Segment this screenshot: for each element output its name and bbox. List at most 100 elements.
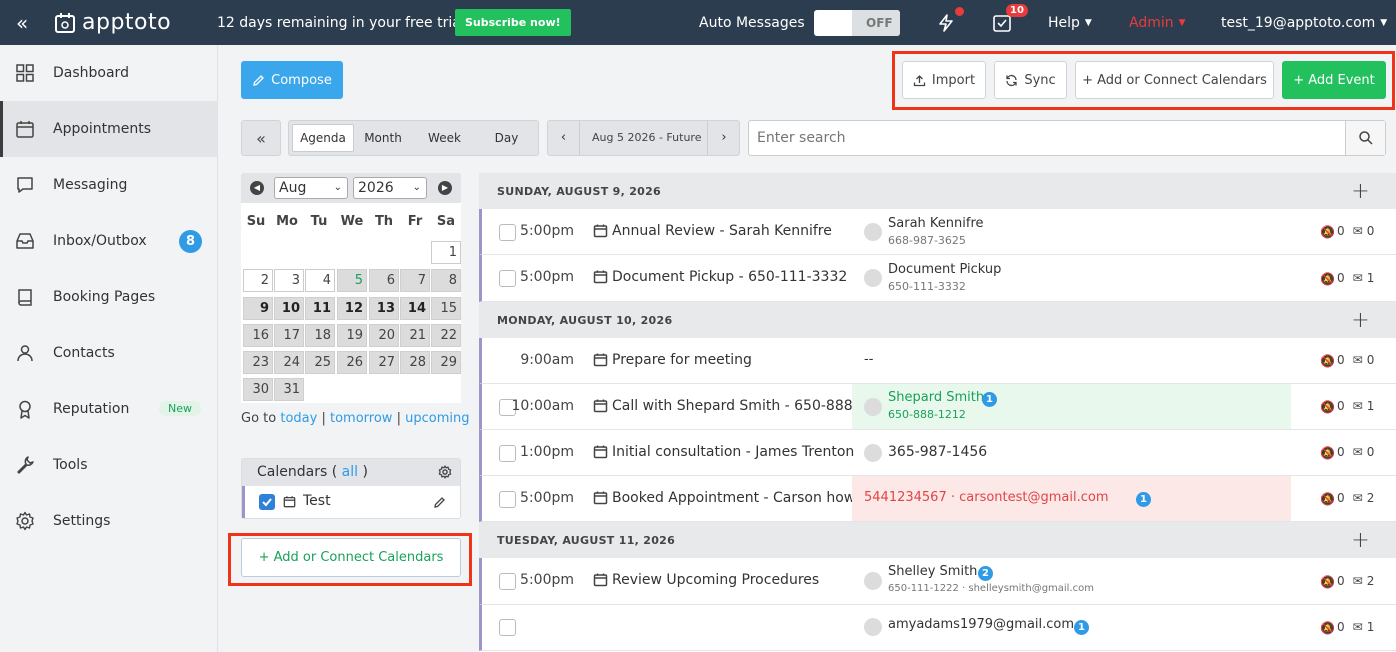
help-menu[interactable]: Help ▼	[1048, 0, 1092, 45]
collapse-calendar-button[interactable]: «	[241, 120, 281, 156]
calendar-day[interactable]: 2	[243, 269, 273, 292]
auto-messages-toggle[interactable]: OFF	[814, 0, 900, 45]
calendar-day[interactable]: 28	[400, 351, 430, 374]
compose-button[interactable]: Compose	[241, 61, 343, 99]
calendar-day[interactable]: 8	[431, 269, 461, 292]
event-checkbox[interactable]	[499, 619, 516, 636]
tab-week[interactable]: Week	[417, 124, 472, 152]
calendar-day[interactable]: 21	[400, 324, 430, 347]
add-event-day-button[interactable]: +	[1351, 308, 1370, 333]
calendar-day[interactable]: 12	[337, 297, 367, 320]
search-input[interactable]	[757, 127, 1337, 149]
pencil-icon[interactable]	[433, 496, 446, 509]
sidebar-item-booking-pages[interactable]: Booking Pages	[0, 269, 217, 325]
sync-button[interactable]: Sync	[994, 61, 1067, 99]
calendar-day[interactable]: 27	[369, 351, 399, 374]
calendar-day[interactable]: 31	[274, 378, 304, 401]
calendar-day[interactable]: 22	[431, 324, 461, 347]
event-title[interactable]: Initial consultation - James Trenton	[612, 444, 854, 460]
tab-agenda[interactable]: Agenda	[292, 124, 354, 152]
all-calendars-link[interactable]: all	[342, 464, 358, 480]
next-month-button[interactable]: ▶	[438, 181, 452, 195]
user-menu[interactable]: test_19@apptoto.com ▼	[1221, 0, 1387, 45]
calendar-day[interactable]: 29	[431, 351, 461, 374]
calendar-day[interactable]: 17	[274, 324, 304, 347]
prev-month-button[interactable]: ◀	[250, 181, 264, 195]
collapse-sidebar-button[interactable]: «	[16, 0, 28, 45]
event-contact[interactable]: 5441234567 · carsontest@gmail.com 1	[852, 476, 1291, 521]
event-row[interactable]: 5:00pm Annual Review - Sarah Kennifre Sa…	[479, 209, 1396, 255]
event-title[interactable]: Prepare for meeting	[612, 352, 752, 368]
prev-range-button[interactable]: ‹	[548, 121, 580, 155]
tomorrow-link[interactable]: tomorrow	[330, 411, 392, 426]
add-event-button[interactable]: + Add Event	[1282, 61, 1386, 99]
add-connect-calendars-button[interactable]: + Add or Connect Calendars	[1075, 61, 1274, 99]
month-select[interactable]: Aug ⌄	[274, 177, 348, 199]
sidebar-item-settings[interactable]: Settings	[0, 493, 217, 549]
subscribe-button[interactable]: Subscribe now!	[455, 9, 571, 36]
tab-day[interactable]: Day	[479, 124, 534, 152]
event-row[interactable]: 5:00pm Booked Appointment - Carson how..…	[479, 476, 1396, 522]
calendar-day[interactable]: 3	[274, 269, 304, 292]
sidebar-item-tools[interactable]: Tools	[0, 437, 217, 493]
gear-icon[interactable]	[438, 465, 452, 479]
admin-menu[interactable]: Admin ▼	[1129, 0, 1186, 45]
event-row[interactable]: 5:00pm Document Pickup - 650-111-3332 Do…	[479, 255, 1396, 302]
calendar-day[interactable]: 13	[369, 297, 399, 320]
calendar-day[interactable]: 10	[274, 297, 304, 320]
app-logo[interactable]: apptoto	[54, 0, 171, 45]
today-link[interactable]: today	[280, 411, 317, 426]
calendar-day[interactable]: 20	[369, 324, 399, 347]
calendar-day[interactable]: 18	[305, 324, 335, 347]
event-row[interactable]: 1:00pm Initial consultation - James Tren…	[479, 430, 1396, 476]
calendar-day[interactable]: 1	[431, 241, 461, 264]
event-stats: 🔕 0 ✉ 2	[1320, 491, 1374, 506]
event-row[interactable]: amyadams1979@gmail.com 1 🔕 0 ✉ 1	[479, 605, 1396, 651]
calendar-day[interactable]: 26	[337, 351, 367, 374]
calendar-day[interactable]: 4	[305, 269, 335, 292]
add-event-day-button[interactable]: +	[1351, 528, 1370, 553]
calendar-day[interactable]: 11	[305, 297, 335, 320]
calendar-day[interactable]: 24	[274, 351, 304, 374]
event-row[interactable]: 9:00am Prepare for meeting -- 🔕 0 ✉ 0	[479, 338, 1396, 384]
sidebar-item-messaging[interactable]: Messaging	[0, 157, 217, 213]
activity-button[interactable]	[936, 0, 964, 45]
calendar-checkbox[interactable]	[259, 494, 275, 510]
upcoming-link[interactable]: upcoming	[405, 411, 469, 426]
tab-label: Week	[428, 131, 461, 145]
tasks-button[interactable]: 10	[992, 0, 1028, 45]
sidebar-item-contacts[interactable]: Contacts	[0, 325, 217, 381]
sidebar-item-appointments[interactable]: Appointments	[0, 101, 217, 157]
tab-month[interactable]: Month	[357, 124, 409, 152]
year-select[interactable]: 2026 ⌄	[353, 177, 427, 199]
event-title[interactable]: Call with Shepard Smith - 650-888...	[612, 398, 866, 414]
sidebar-item-inbox-outbox[interactable]: Inbox/Outbox 8	[0, 213, 217, 269]
sidebar-item-reputation[interactable]: Reputation New	[0, 381, 217, 437]
calendar-day[interactable]: 6	[369, 269, 399, 292]
event-title[interactable]: Review Upcoming Procedures	[612, 572, 819, 588]
calendar-day-today[interactable]: 5	[337, 269, 367, 292]
contact-detail: 650-111-3332	[888, 280, 966, 293]
calendar-day[interactable]: 15	[431, 297, 461, 320]
event-title[interactable]: Annual Review - Sarah Kennifre	[612, 223, 832, 239]
calendar-day[interactable]: 14	[400, 297, 430, 320]
add-connect-calendars-sidebar-button[interactable]: + Add or Connect Calendars	[241, 538, 461, 577]
calendar-day[interactable]: 19	[337, 324, 367, 347]
calendar-day[interactable]: 9	[243, 297, 273, 320]
calendar-day[interactable]: 23	[243, 351, 273, 374]
event-row[interactable]: 5:00pm Review Upcoming Procedures Shelle…	[479, 558, 1396, 605]
import-button[interactable]: Import	[902, 61, 986, 99]
search-button[interactable]	[1345, 121, 1385, 155]
add-event-day-button[interactable]: +	[1351, 179, 1370, 204]
event-title[interactable]: Booked Appointment - Carson how...	[612, 490, 867, 506]
next-range-button[interactable]: ›	[707, 121, 740, 155]
event-title[interactable]: Document Pickup - 650-111-3332	[612, 269, 847, 285]
calendar-day[interactable]: 16	[243, 324, 273, 347]
calendars-header: Calendars ( all )	[242, 459, 460, 486]
calendar-day[interactable]: 7	[400, 269, 430, 292]
calendar-day[interactable]: 30	[243, 378, 273, 401]
event-row[interactable]: 10:00am Call with Shepard Smith - 650-88…	[479, 384, 1396, 430]
sidebar-item-dashboard[interactable]: Dashboard	[0, 45, 217, 101]
calendar-day[interactable]: 25	[305, 351, 335, 374]
event-contact[interactable]: Shepard Smith 1 650-888-1212	[852, 384, 1291, 429]
